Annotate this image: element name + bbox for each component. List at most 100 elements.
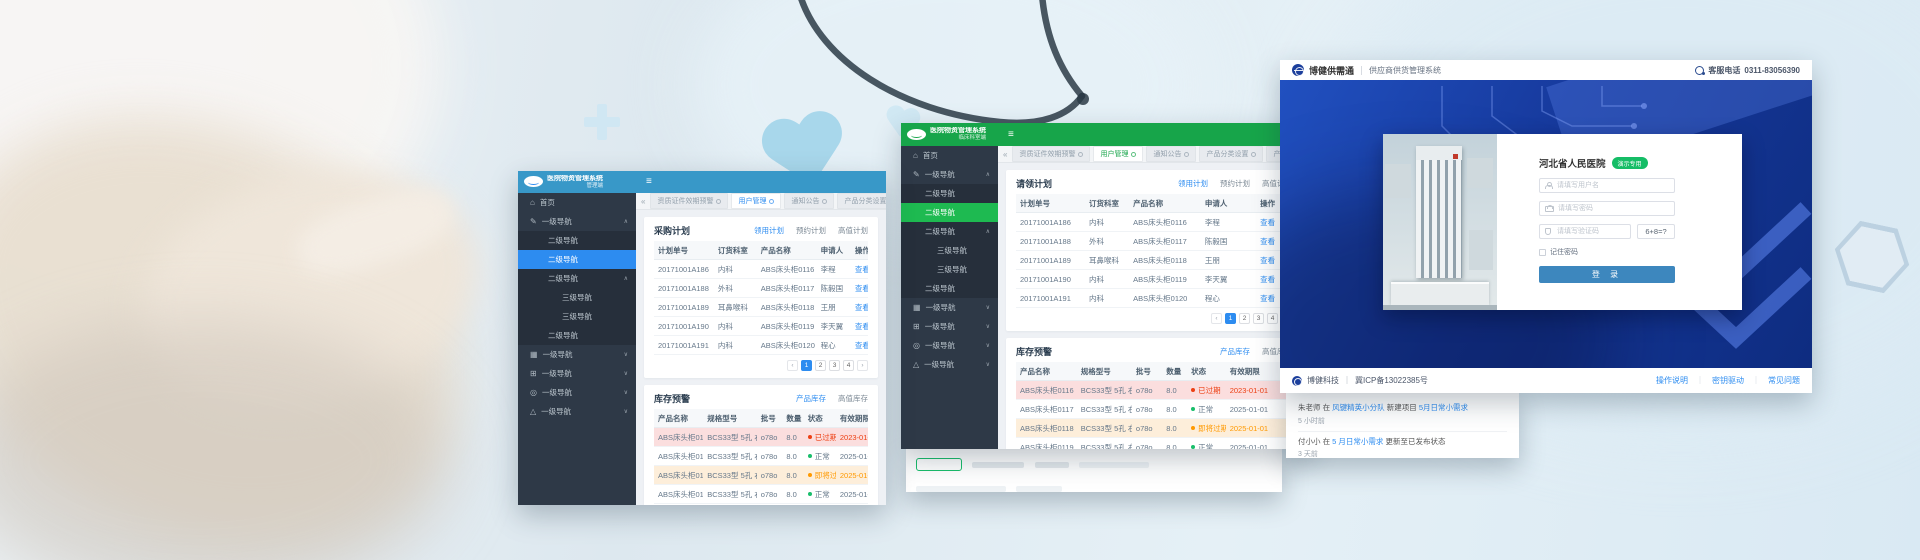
text-placeholder (916, 486, 1006, 492)
expiry-cell: 2025-01-01 (836, 485, 868, 504)
tab-close-icon[interactable] (769, 199, 774, 204)
tab[interactable]: 用户管理 (1093, 146, 1143, 162)
card-link[interactable]: 高值计划 (838, 225, 868, 236)
pager-prev-button[interactable]: ‹ (1211, 313, 1222, 324)
sidebar-item[interactable]: ▦一级导航∨ (901, 298, 998, 317)
card-link[interactable]: 高值库存 (838, 393, 868, 404)
sidebar-item[interactable]: 二级导航∧ (901, 222, 998, 241)
sidebar-item[interactable]: 二级导航 (901, 279, 998, 298)
footer-link-faq[interactable]: 常见问题 (1768, 375, 1800, 386)
sidebar-item[interactable]: ◎一级导航∨ (901, 336, 998, 355)
tab[interactable]: 产品分类设置 (837, 193, 886, 209)
sidebar-item[interactable]: 三级导航 (518, 288, 636, 307)
sidebar-item[interactable]: 三级导航 (901, 241, 998, 260)
sidebar-item[interactable]: ⌂首页 (901, 146, 998, 165)
tab[interactable]: 用户管理 (731, 193, 781, 209)
captcha-field[interactable] (1539, 224, 1631, 239)
sidebar-item[interactable]: ⊞一级导航∨ (901, 317, 998, 336)
password-input[interactable] (1556, 204, 1669, 213)
card-link[interactable]: 领用计划 (1178, 178, 1208, 189)
view-link[interactable]: 查看 (1260, 256, 1275, 265)
tab[interactable]: 通知公告 (784, 193, 834, 209)
view-link[interactable]: 查看 (855, 303, 868, 312)
tab-close-icon[interactable] (822, 199, 827, 204)
pager-page-button[interactable]: 1 (1225, 313, 1236, 324)
pager-page-button[interactable]: 2 (1239, 313, 1250, 324)
pager-page-button[interactable]: 3 (829, 360, 840, 371)
sidebar-item[interactable]: 二级导航 (901, 184, 998, 203)
card-link[interactable]: 领用计划 (754, 225, 784, 236)
view-link[interactable]: 查看 (1260, 294, 1275, 303)
collapse-icon[interactable]: « (641, 197, 645, 206)
sidebar-item[interactable]: 二级导航 (518, 250, 636, 269)
pager-page-button[interactable]: 4 (843, 360, 854, 371)
password-field[interactable] (1539, 201, 1675, 216)
card-link[interactable]: 预约计划 (1220, 178, 1250, 189)
collapse-icon[interactable]: « (1003, 150, 1007, 159)
sidebar-item[interactable]: 二级导航 (901, 203, 998, 222)
hamburger-icon[interactable]: ≡ (646, 177, 652, 187)
sidebar-item[interactable]: ⊞一级导航∨ (518, 364, 636, 383)
captcha-question[interactable]: 6+8=? (1637, 224, 1675, 239)
stock-table: 产品名称规格型号批号数量状态有效期限ABS床头柜0116BCS33型 5孔 右o… (654, 409, 868, 505)
view-link[interactable]: 查看 (1260, 237, 1275, 246)
table-cell: 正常 (804, 485, 836, 504)
green-tag[interactable] (916, 458, 962, 471)
pager-page-button[interactable]: 3 (1253, 313, 1264, 324)
tab[interactable]: 产品分类设置 (1199, 146, 1263, 162)
tab-close-icon[interactable] (1078, 152, 1083, 157)
view-link[interactable]: 查看 (855, 322, 868, 331)
sidebar-item[interactable]: 三级导航 (901, 260, 998, 279)
tab[interactable]: 资质证件效期预警 (1012, 146, 1090, 162)
card-link[interactable]: 预约计划 (796, 225, 826, 236)
sidebar-item-label: 三级导航 (937, 264, 967, 275)
pager-page-button[interactable]: 2 (815, 360, 826, 371)
table-cell: 内科 (714, 260, 757, 279)
remember-checkbox[interactable] (1539, 249, 1546, 256)
card-link[interactable]: 产品库存 (1220, 346, 1250, 357)
sidebar-item[interactable]: △一级导航∨ (518, 402, 636, 421)
table-cell: 即将过期 (1187, 419, 1226, 438)
sidebar-item[interactable]: ⌂首页 (518, 193, 636, 212)
captcha-input[interactable] (1555, 227, 1625, 236)
pager-page-button[interactable]: 1 (801, 360, 812, 371)
pager-page-button[interactable]: 4 (1267, 313, 1278, 324)
sidebar-item[interactable]: 二级导航 (518, 231, 636, 250)
status-text: 即将过期 (815, 471, 836, 480)
footer-link-manual[interactable]: 操作说明 (1656, 375, 1688, 386)
view-link[interactable]: 查看 (1260, 275, 1275, 284)
login-button[interactable]: 登 录 (1539, 266, 1675, 283)
card-link[interactable]: 产品库存 (796, 393, 826, 404)
view-link[interactable]: 查看 (855, 265, 868, 274)
view-link[interactable]: 查看 (855, 284, 868, 293)
username-field[interactable] (1539, 178, 1675, 193)
sidebar-item-label: 一级导航 (542, 368, 572, 379)
stock-warning-card: 库存预警 产品库存高值库存 产品名称规格型号批号数量状态有效期限ABS床头柜01… (644, 385, 878, 505)
feed-text: 付小小 在 (1298, 437, 1332, 446)
sidebar-item[interactable]: 二级导航∧ (518, 269, 636, 288)
footer-link-keydriver[interactable]: 密钥驱动 (1712, 375, 1744, 386)
pager-next-button[interactable]: › (857, 360, 868, 371)
tab-close-icon[interactable] (716, 199, 721, 204)
sidebar-item[interactable]: ✎一级导航∧ (901, 165, 998, 184)
feed-link[interactable]: 风键精英小分队 (1332, 403, 1385, 412)
tab[interactable]: 通知公告 (1146, 146, 1196, 162)
tab-close-icon[interactable] (1251, 152, 1256, 157)
tab-close-icon[interactable] (1184, 152, 1189, 157)
sidebar-item[interactable]: △一级导航∨ (901, 355, 998, 374)
table-row: 20171001A186内科ABS床头柜0116李程查看 (654, 260, 868, 279)
sidebar-item[interactable]: ◎一级导航∨ (518, 383, 636, 402)
feed-link[interactable]: 5月日常小需求 (1419, 403, 1468, 412)
sidebar-item[interactable]: 三级导航 (518, 307, 636, 326)
pager-prev-button[interactable]: ‹ (787, 360, 798, 371)
sidebar-item[interactable]: ▦一级导航∨ (518, 345, 636, 364)
view-link[interactable]: 查看 (855, 341, 868, 350)
tab[interactable]: 资质证件效期预警 (650, 193, 728, 209)
username-input[interactable] (1555, 181, 1669, 190)
tab-close-icon[interactable] (1131, 152, 1136, 157)
sidebar-item[interactable]: ✎一级导航∧ (518, 212, 636, 231)
view-link[interactable]: 查看 (1260, 218, 1275, 227)
hamburger-icon[interactable]: ≡ (1008, 130, 1014, 140)
sidebar-item[interactable]: 二级导航 (518, 326, 636, 345)
feed-link[interactable]: 5 月日常小需求 (1332, 437, 1383, 446)
